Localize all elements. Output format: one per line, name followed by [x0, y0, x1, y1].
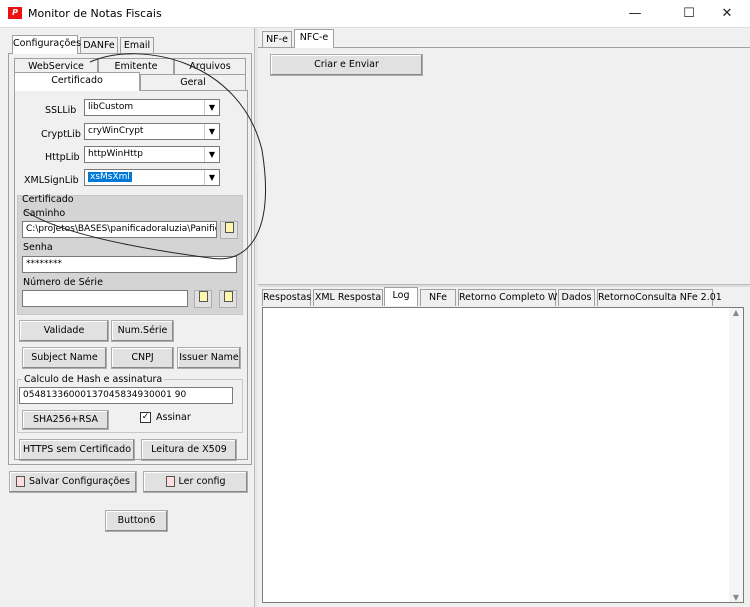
httplib-select[interactable]: httpWinHttp ▼ [84, 146, 220, 163]
xmlsignlib-select[interactable]: xsMsXml ▼ [84, 169, 220, 186]
tab-xml-resposta[interactable]: XML Resposta [313, 289, 383, 306]
salvar-configuracoes-button[interactable]: Salvar Configurações [9, 471, 137, 493]
tab-nfce[interactable]: NFC-e [294, 29, 334, 48]
cnpj-button[interactable]: CNPJ [111, 347, 174, 369]
vertical-splitter[interactable] [254, 28, 258, 607]
numserie-input[interactable] [22, 290, 188, 307]
tab-configuracoes[interactable]: Configurações [12, 35, 81, 54]
httplib-label: HttpLib [45, 152, 80, 163]
ssllib-select[interactable]: libCustom ▼ [84, 99, 220, 116]
browse-file-button[interactable] [220, 221, 238, 239]
select-cert-button[interactable] [194, 290, 212, 308]
title-bar: P Monitor de Notas Fiscais — ☐ ✕ [0, 0, 750, 28]
file-icon [223, 291, 233, 302]
httplib-value: httpWinHttp [88, 149, 143, 159]
horizontal-splitter[interactable] [258, 284, 750, 287]
load-icon [165, 476, 175, 487]
tab-retorno-consulta[interactable]: RetornoConsulta NFe 2.01 [597, 289, 722, 306]
subject-name-button[interactable]: Subject Name [22, 347, 107, 369]
https-sem-certificado-button[interactable]: HTTPS sem Certificado [19, 439, 135, 461]
numserie-label: Número de Série [23, 277, 103, 288]
ssllib-label: SSLLib [45, 105, 77, 116]
caminho-label: Caminho [23, 208, 66, 219]
leitura-x509-button[interactable]: Leitura de X509 [141, 439, 237, 461]
log-memo[interactable]: ▲ ▼ [262, 307, 744, 603]
vertical-scrollbar[interactable]: ▲ ▼ [729, 308, 743, 602]
tab-danfe[interactable]: DANFe [80, 37, 118, 54]
lookup-cert-button[interactable] [219, 290, 237, 308]
tab-geral[interactable]: Geral [140, 74, 246, 91]
cryptlib-label: CryptLib [41, 129, 81, 140]
tab-dados[interactable]: Dados [558, 289, 595, 306]
issuer-name-button[interactable]: Issuer Name [177, 347, 241, 369]
close-button[interactable]: ✕ [704, 0, 750, 28]
tab-log[interactable]: Log [384, 287, 418, 306]
xmlsignlib-label: XMLSignLib [24, 175, 79, 186]
hash-input[interactable]: 05481336000137045834930001 90 [19, 387, 233, 404]
app-icon: P [8, 7, 22, 19]
caminho-input[interactable]: C:\projetos\BASES\panificadoraluzia\Pani… [22, 221, 217, 238]
tab-respostas[interactable]: Respostas [262, 289, 311, 306]
chevron-down-icon: ▼ [204, 124, 219, 139]
assinar-checkbox[interactable]: ✓ [140, 412, 151, 423]
scroll-down-icon[interactable]: ▼ [729, 593, 743, 602]
criar-enviar-button[interactable]: Criar e Enviar [270, 54, 423, 76]
scroll-up-icon[interactable]: ▲ [729, 308, 743, 317]
numserie-button[interactable]: Num.Série [111, 320, 174, 342]
certificado-group-title: Certificado [22, 194, 74, 205]
xmlsignlib-value: xsMsXml [88, 172, 132, 182]
ler-config-label: Ler config [178, 476, 226, 487]
hash-group-title: Calculo de Hash e assinatura [22, 374, 165, 385]
minimize-button[interactable]: — [612, 0, 658, 28]
cryptlib-value: cryWinCrypt [88, 126, 144, 136]
chevron-down-icon: ▼ [204, 100, 219, 115]
sha256-rsa-button[interactable]: SHA256+RSA [22, 410, 109, 430]
tab-email[interactable]: Email [120, 37, 154, 54]
tab-certificado[interactable]: Certificado [14, 72, 140, 91]
cryptlib-select[interactable]: cryWinCrypt ▼ [84, 123, 220, 140]
file-icon [224, 222, 234, 233]
chevron-down-icon: ▼ [204, 170, 219, 185]
button6[interactable]: Button6 [105, 510, 168, 532]
file-icon [198, 291, 208, 302]
window-title: Monitor de Notas Fiscais [28, 7, 162, 20]
salvar-configuracoes-label: Salvar Configurações [29, 476, 130, 487]
save-icon [16, 476, 26, 487]
validade-button[interactable]: Validade [19, 320, 109, 342]
ler-config-button[interactable]: Ler config [143, 471, 248, 493]
senha-input[interactable]: ******** [22, 256, 237, 273]
tab-arquivos[interactable]: Arquivos [174, 58, 246, 75]
tab-nfe-log[interactable]: NFe [420, 289, 456, 306]
tab-nfe[interactable]: NF-e [262, 31, 292, 48]
chevron-down-icon: ▼ [204, 147, 219, 162]
senha-label: Senha [23, 242, 53, 253]
ssllib-value: libCustom [88, 102, 134, 112]
tab-retorno-completo-ws[interactable]: Retorno Completo WS [458, 289, 563, 306]
assinar-label: Assinar [156, 412, 191, 423]
